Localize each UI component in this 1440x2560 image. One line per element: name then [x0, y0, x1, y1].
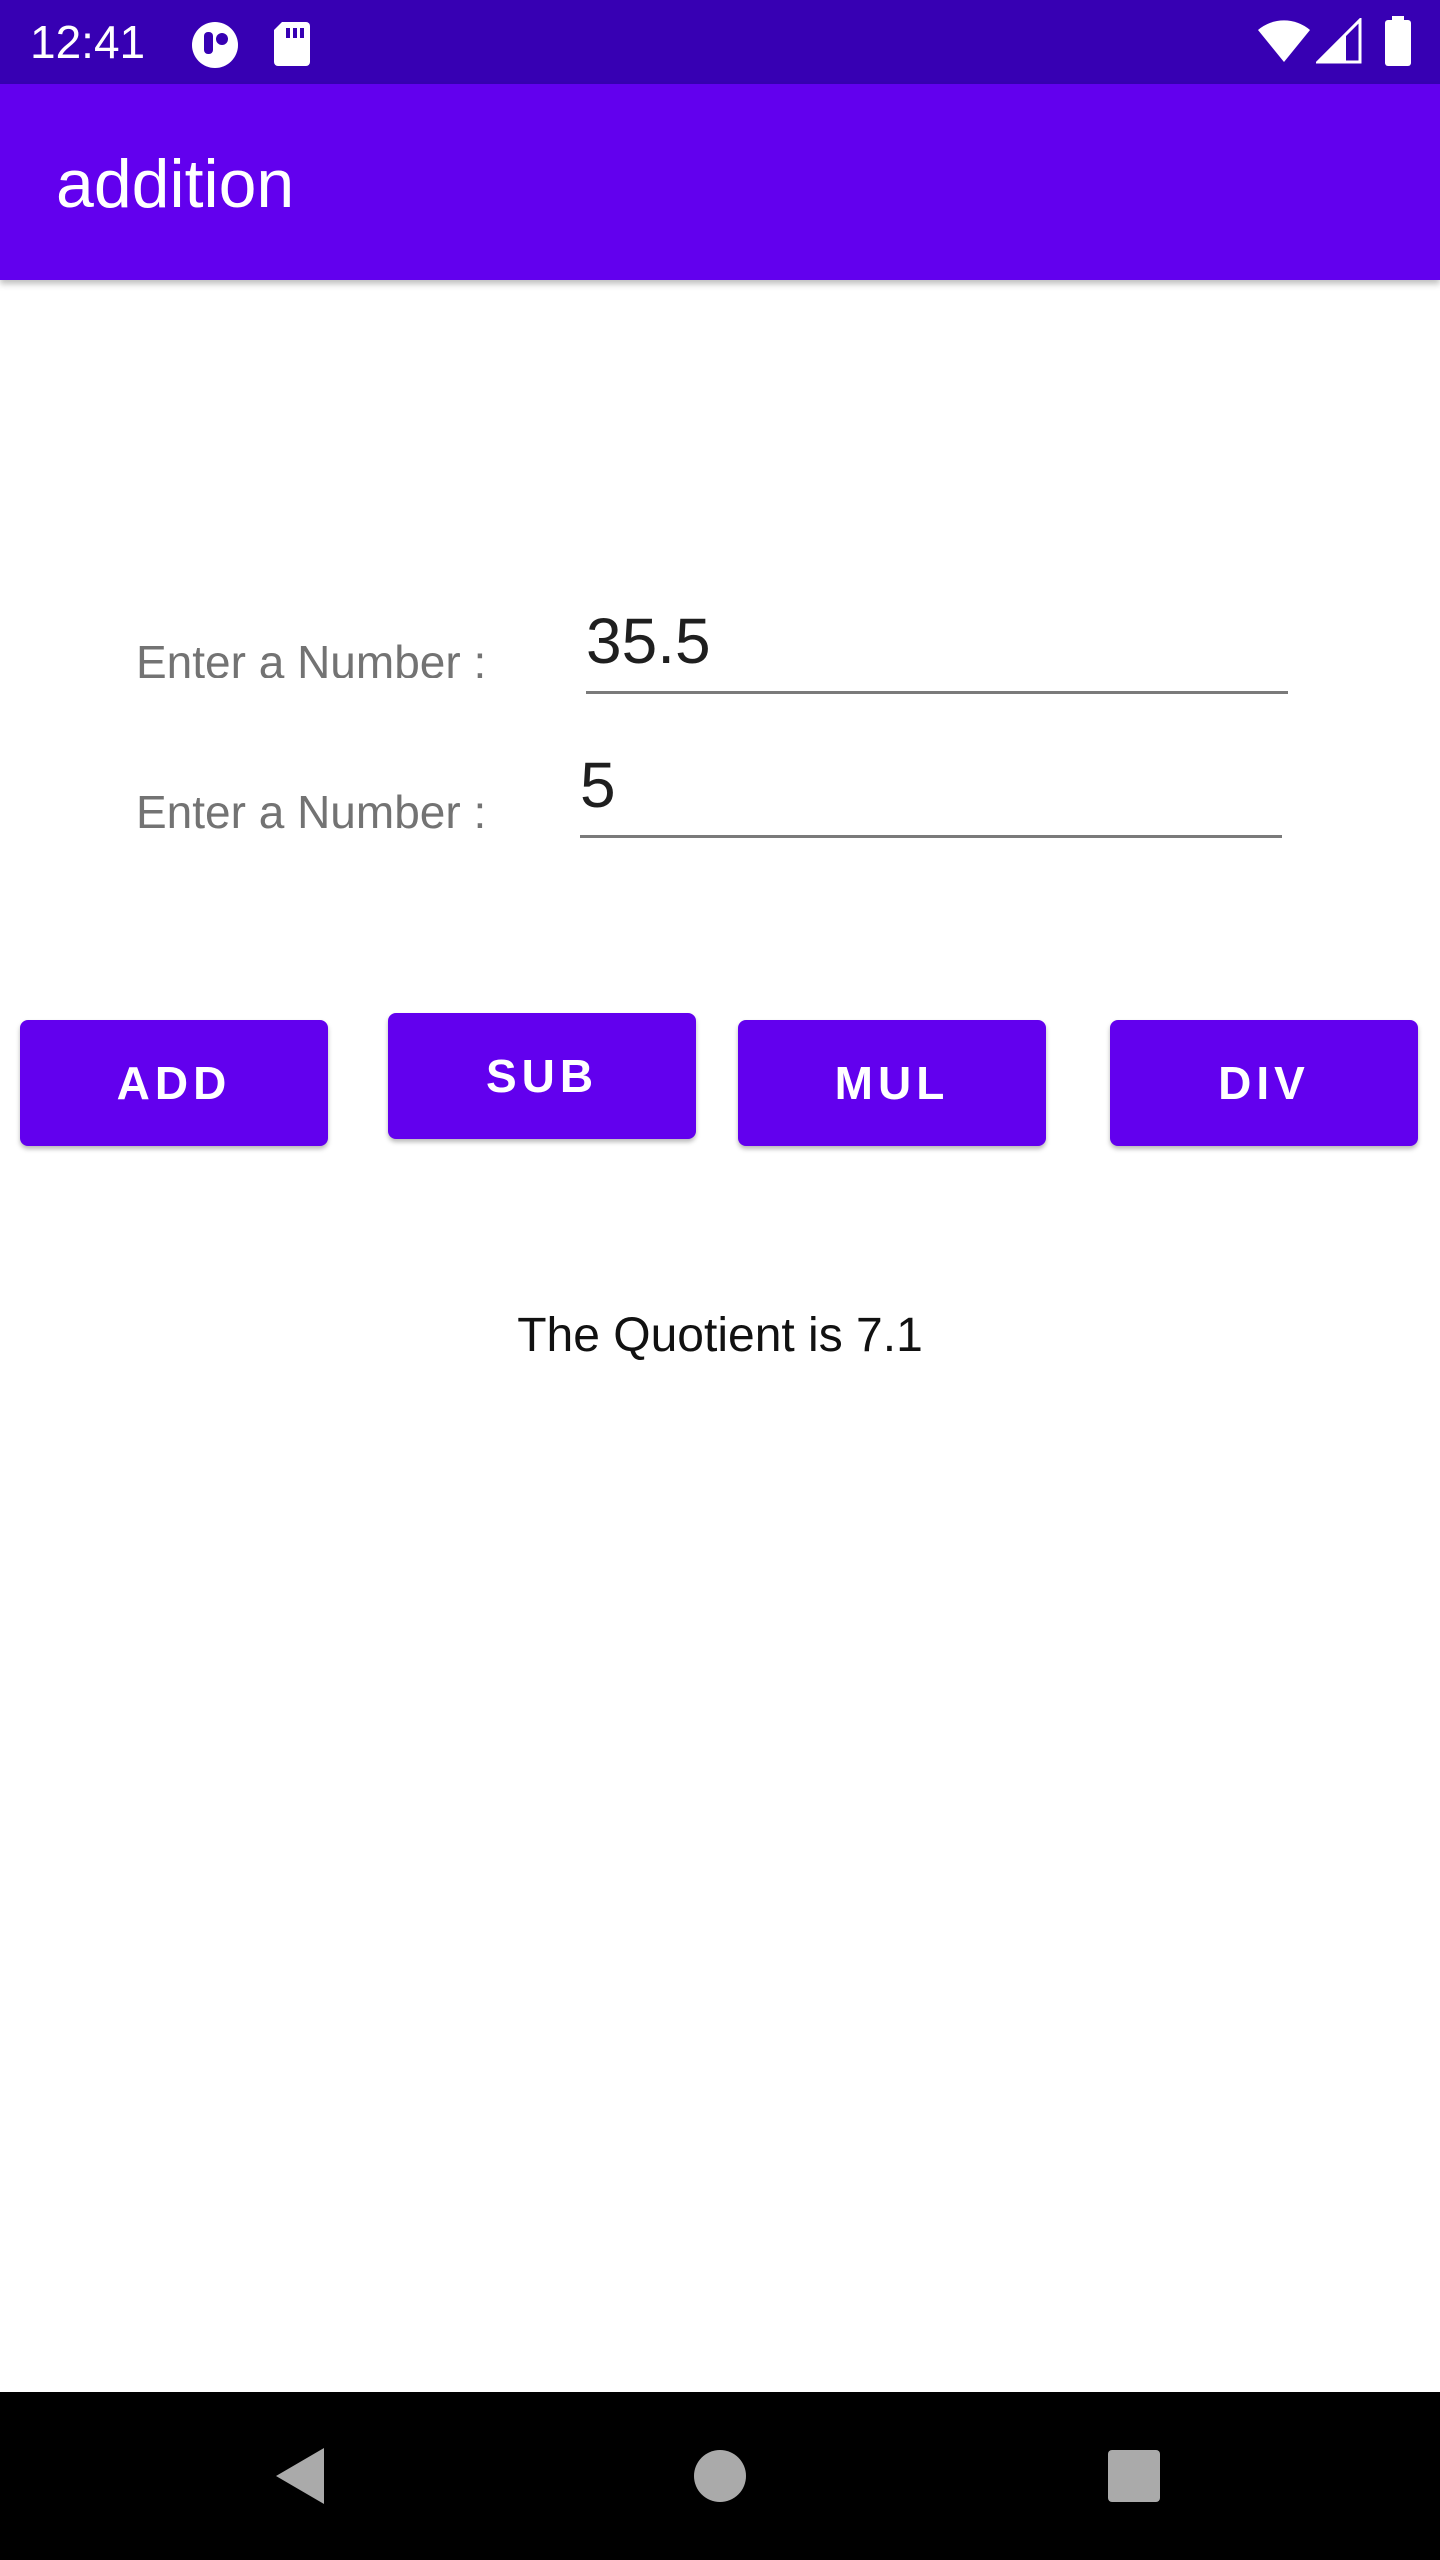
app-bar: addition — [0, 84, 1440, 280]
home-icon[interactable] — [678, 2434, 762, 2518]
recent-apps-icon[interactable] — [1092, 2434, 1176, 2518]
status-bar: 12:41 — [0, 0, 1440, 84]
app-title: addition — [56, 146, 295, 222]
app-notification-icon — [190, 20, 240, 75]
sd-card-icon — [272, 20, 312, 73]
add-button[interactable]: ADD — [20, 1020, 328, 1146]
second-number-label: Enter a Number : — [136, 786, 487, 838]
back-icon[interactable] — [258, 2434, 342, 2518]
first-number-input[interactable] — [586, 600, 1288, 694]
cell-signal-icon — [1314, 16, 1362, 69]
first-number-label: Enter a Number : — [136, 636, 487, 678]
mul-button[interactable]: MUL — [738, 1020, 1046, 1146]
sub-button[interactable]: SUB — [388, 1013, 696, 1139]
screen: 12:41 addition Enter a Number: 35.5 Ent… — [0, 0, 1440, 2560]
navigation-bar — [0, 2392, 1440, 2560]
battery-icon — [1384, 16, 1412, 71]
second-number-input[interactable] — [580, 744, 1282, 838]
result-text: The Quotient is 7.1 — [517, 1309, 923, 1362]
status-time: 12:41 — [30, 16, 146, 68]
div-button[interactable]: DIV — [1110, 1020, 1418, 1146]
wifi-icon — [1256, 18, 1312, 69]
